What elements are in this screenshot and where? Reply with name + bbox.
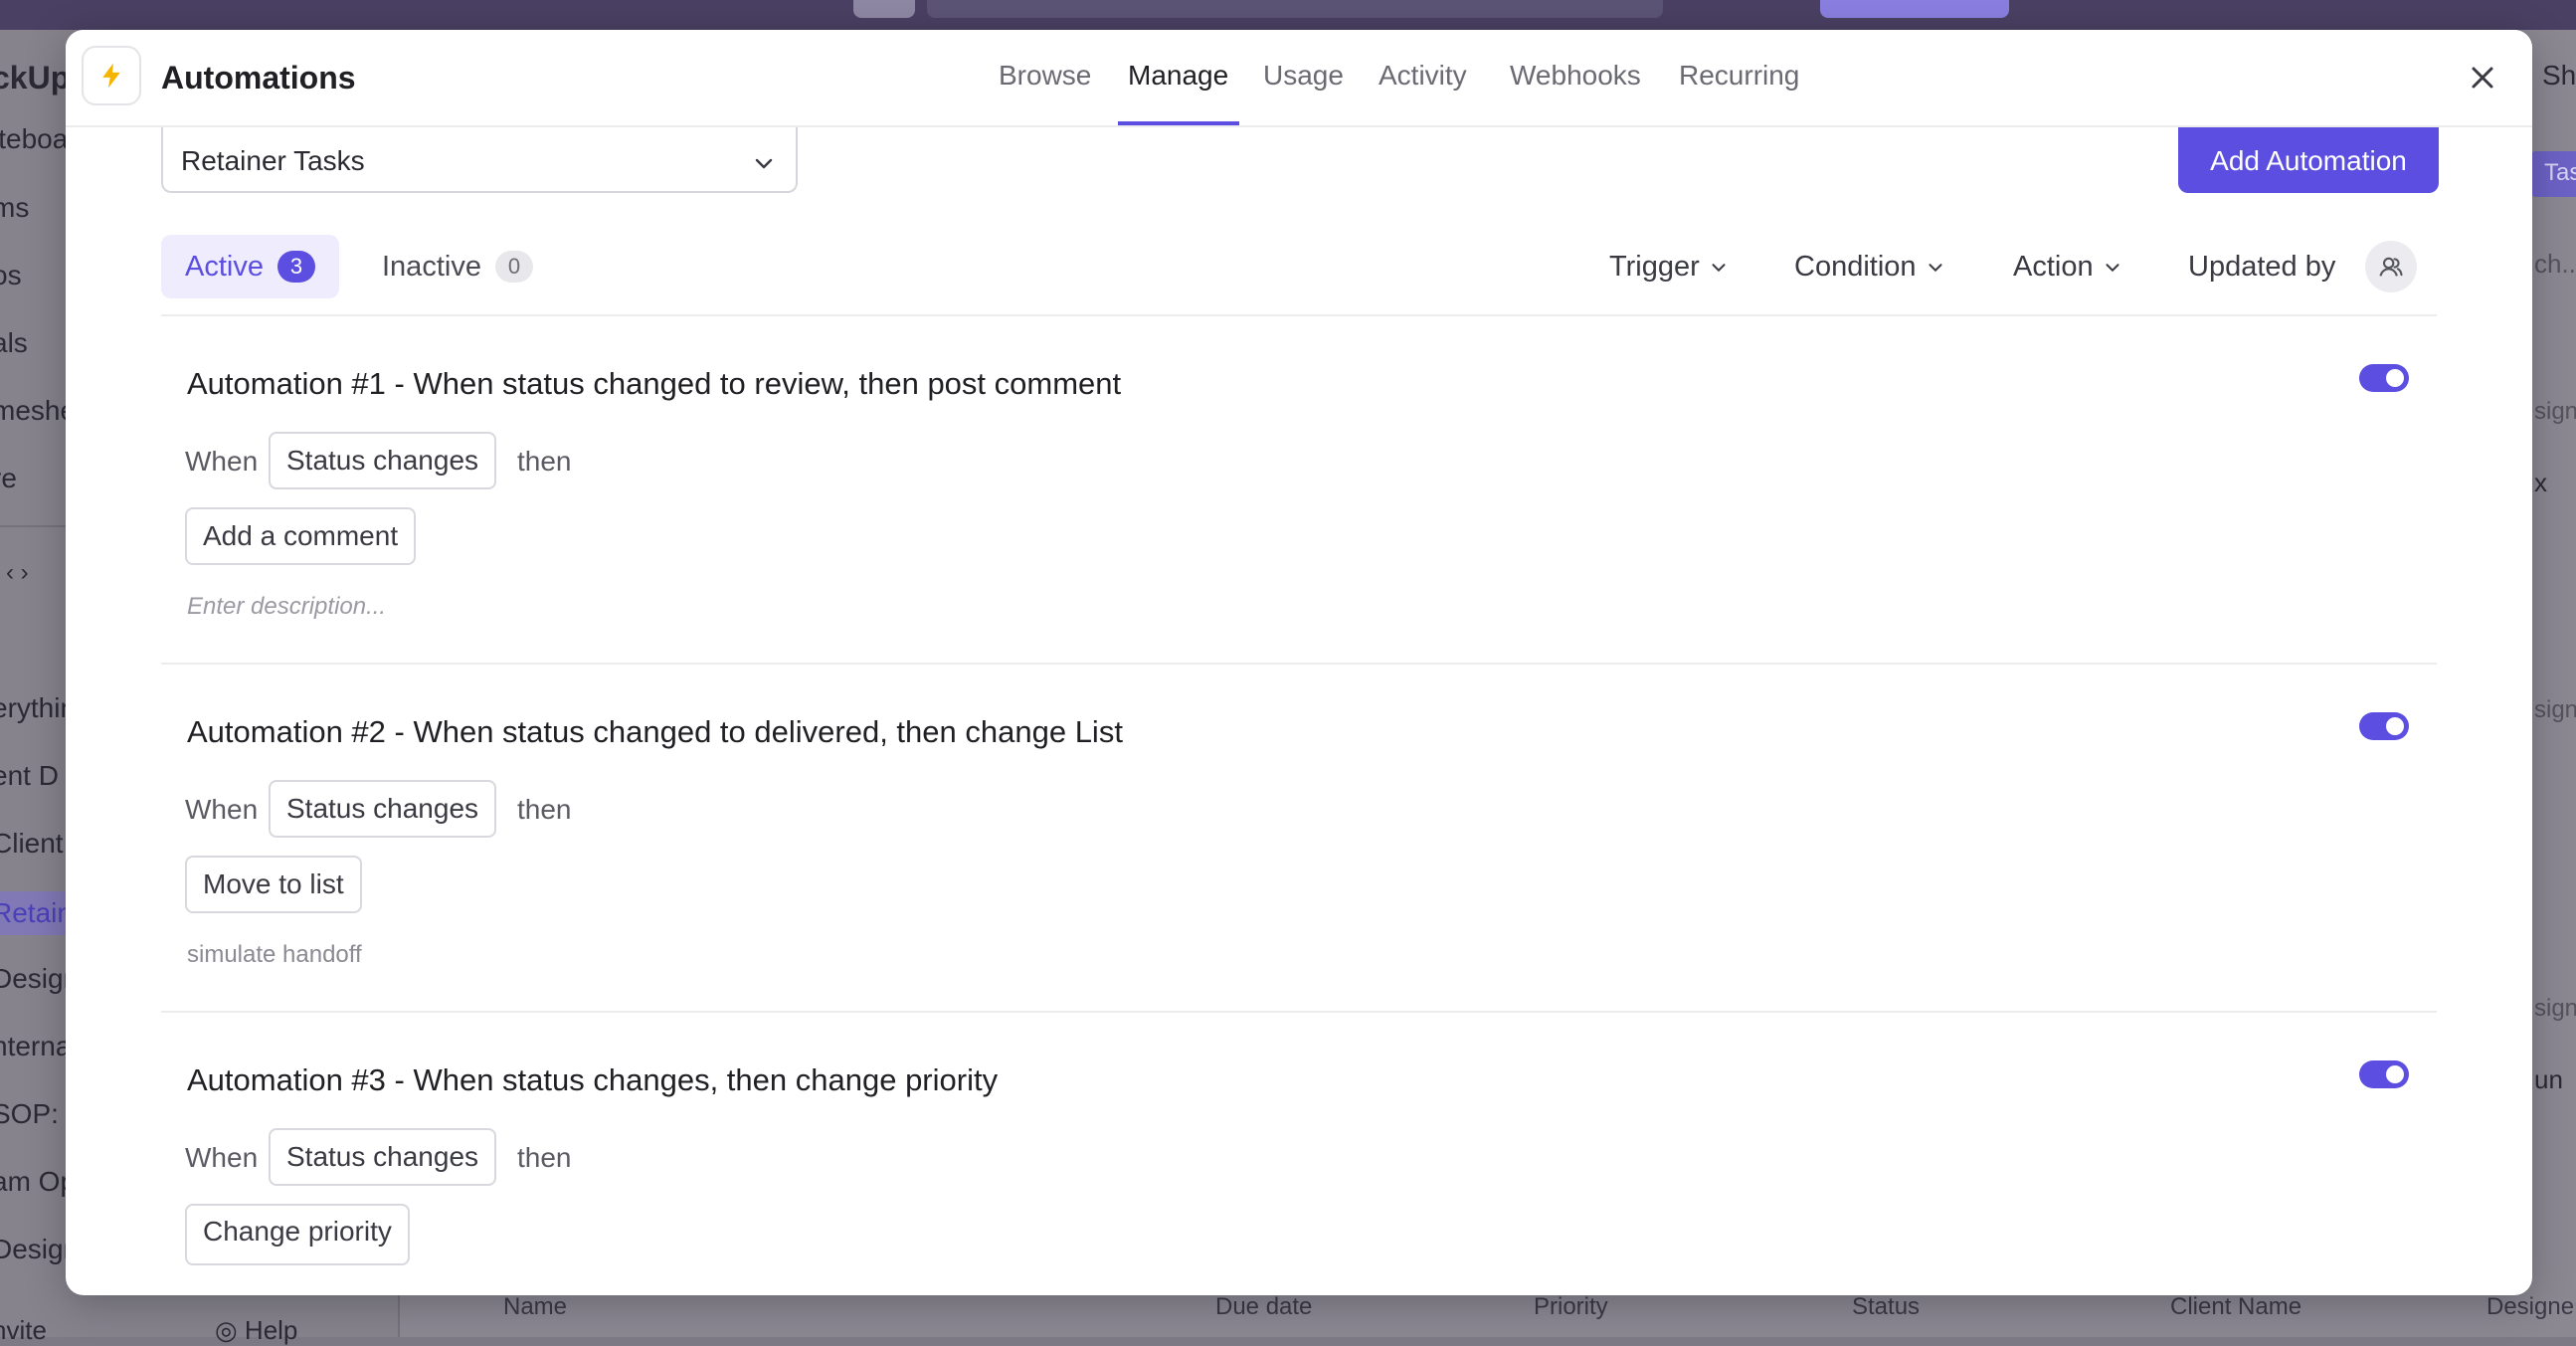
when-label: When xyxy=(185,1142,259,1173)
bg-right-text: x xyxy=(2534,468,2547,497)
when-label: When xyxy=(185,794,259,825)
top-search-bar[interactable] xyxy=(927,0,1663,18)
close-button[interactable] xyxy=(2465,60,2500,96)
condition-filter[interactable]: Condition xyxy=(1794,251,1946,284)
users-icon xyxy=(2379,257,2403,277)
top-bar-button[interactable] xyxy=(853,0,915,18)
tab-usage[interactable]: Usage xyxy=(1263,60,1344,92)
upgrade-button[interactable] xyxy=(1820,0,2009,18)
trigger-chip[interactable]: Status changes xyxy=(269,1128,497,1186)
count-badge: 3 xyxy=(276,251,315,283)
modal-title: Automations xyxy=(161,60,356,96)
trigger-filter[interactable]: Trigger xyxy=(1609,251,1730,284)
description-input[interactable]: Enter description... xyxy=(187,593,386,621)
bg-help-link[interactable]: ◎ Help xyxy=(215,1315,297,1346)
help-icon: ◎ xyxy=(215,1315,245,1345)
tab-webhooks[interactable]: Webhooks xyxy=(1510,60,1641,92)
bg-sidebar-item[interactable]: als xyxy=(0,327,28,359)
automations-modal: Retainer Tasks Add Automation Automation… xyxy=(66,30,2532,1295)
filter-tab-label: Inactive xyxy=(382,250,481,283)
bg-sidebar-item[interactable]: iteboa xyxy=(0,123,68,155)
bg-search[interactable]: ch... xyxy=(2534,249,2576,280)
trigger-chip[interactable]: Status changes xyxy=(269,780,497,838)
bg-add-task-button[interactable]: Task xyxy=(2530,151,2576,197)
automation-title[interactable]: Automation #2 - When status changed to d… xyxy=(187,714,1123,750)
trigger-chip[interactable]: Status changes xyxy=(269,432,497,489)
updated-by-avatar[interactable] xyxy=(2365,241,2417,292)
bg-column-header[interactable]: Status xyxy=(1852,1293,1920,1321)
bg-right-text: signe xyxy=(2534,995,2576,1022)
bg-sidebar-item[interactable]: am Op xyxy=(0,1166,76,1198)
bg-sidebar-item[interactable]: re xyxy=(0,463,17,494)
bg-right-text: un xyxy=(2534,1064,2563,1094)
action-filter[interactable]: Action xyxy=(2013,251,2123,284)
bg-right-text: signe xyxy=(2534,696,2576,723)
action-chip[interactable]: Move to list xyxy=(185,856,362,913)
bg-right-text: signe xyxy=(2534,398,2576,425)
count-badge: 0 xyxy=(494,251,533,283)
divider xyxy=(161,663,2437,665)
active-tab-indicator xyxy=(1118,121,1239,125)
chevron-down-icon xyxy=(1929,264,1942,273)
list-select-value: Retainer Tasks xyxy=(181,145,365,176)
bg-sidebar-item[interactable]: erythin xyxy=(0,692,76,724)
tab-manage[interactable]: Manage xyxy=(1128,60,1228,92)
tab-recurring[interactable]: Recurring xyxy=(1679,60,1799,92)
bg-chevron-icon[interactable]: ‹ › xyxy=(6,559,29,587)
bg-column-header[interactable]: Priority xyxy=(1534,1293,1608,1321)
bg-sidebar-item[interactable]: meshe xyxy=(0,395,76,427)
description-input[interactable]: simulate handoff xyxy=(187,941,362,969)
filter-label: Condition xyxy=(1794,251,1917,283)
bg-sidebar-item[interactable]: ckUp xyxy=(0,60,70,96)
filter-tab-label: Active xyxy=(185,250,264,283)
filter-label: Trigger xyxy=(1609,251,1700,283)
tab-activity[interactable]: Activity xyxy=(1379,60,1467,92)
when-label: When xyxy=(185,446,259,477)
automation-title[interactable]: Automation #3 - When status changes, the… xyxy=(187,1062,998,1098)
filter-tab-inactive[interactable]: Inactive 0 xyxy=(358,235,557,298)
bg-share-button[interactable]: Sh xyxy=(2542,60,2576,92)
filter-tab-active[interactable]: Active 3 xyxy=(161,235,339,298)
divider xyxy=(161,1011,2437,1013)
updated-by-filter[interactable]: Updated by xyxy=(2188,251,2335,284)
chevron-down-icon xyxy=(755,158,773,169)
then-label: then xyxy=(517,1142,572,1173)
bg-divider xyxy=(0,525,70,527)
then-label: then xyxy=(517,446,572,477)
then-label: then xyxy=(517,794,572,825)
automation-enabled-toggle[interactable] xyxy=(2359,712,2409,740)
lightning-bolt-icon xyxy=(102,63,120,89)
bg-invite-link[interactable]: nvite xyxy=(0,1315,47,1346)
tab-browse[interactable]: Browse xyxy=(999,60,1091,92)
chevron-down-icon xyxy=(2106,264,2119,273)
browser-top-bar xyxy=(0,0,2576,30)
bg-column-header[interactable]: Due date xyxy=(1215,1293,1312,1321)
bg-sidebar-item[interactable]: Client xyxy=(0,828,64,860)
bg-column-header[interactable]: Designe xyxy=(2486,1293,2574,1321)
automations-app-icon xyxy=(82,46,141,105)
close-icon xyxy=(2472,67,2493,89)
bg-column-header[interactable]: Name xyxy=(503,1293,567,1321)
automation-enabled-toggle[interactable] xyxy=(2359,1060,2409,1088)
chevron-down-icon xyxy=(1712,264,1726,273)
bg-sidebar-item[interactable]: os xyxy=(0,260,22,291)
bg-sidebar-item[interactable]: ms xyxy=(0,192,29,224)
action-chip[interactable]: Change priority xyxy=(185,1204,410,1265)
bg-column-header[interactable]: Client Name xyxy=(2170,1293,2301,1321)
divider xyxy=(161,314,2437,316)
action-chip[interactable]: Add a comment xyxy=(185,507,417,565)
bg-help-label: Help xyxy=(244,1315,298,1345)
bg-sidebar-item[interactable]: nterna xyxy=(0,1031,71,1062)
filter-label: Action xyxy=(2013,251,2094,283)
modal-header: Automations Browse Manage Usage Activity… xyxy=(66,30,2532,127)
automation-enabled-toggle[interactable] xyxy=(2359,364,2409,392)
automation-title[interactable]: Automation #1 - When status changed to r… xyxy=(187,366,1121,402)
bg-sidebar-item[interactable]: ent D xyxy=(0,760,59,792)
